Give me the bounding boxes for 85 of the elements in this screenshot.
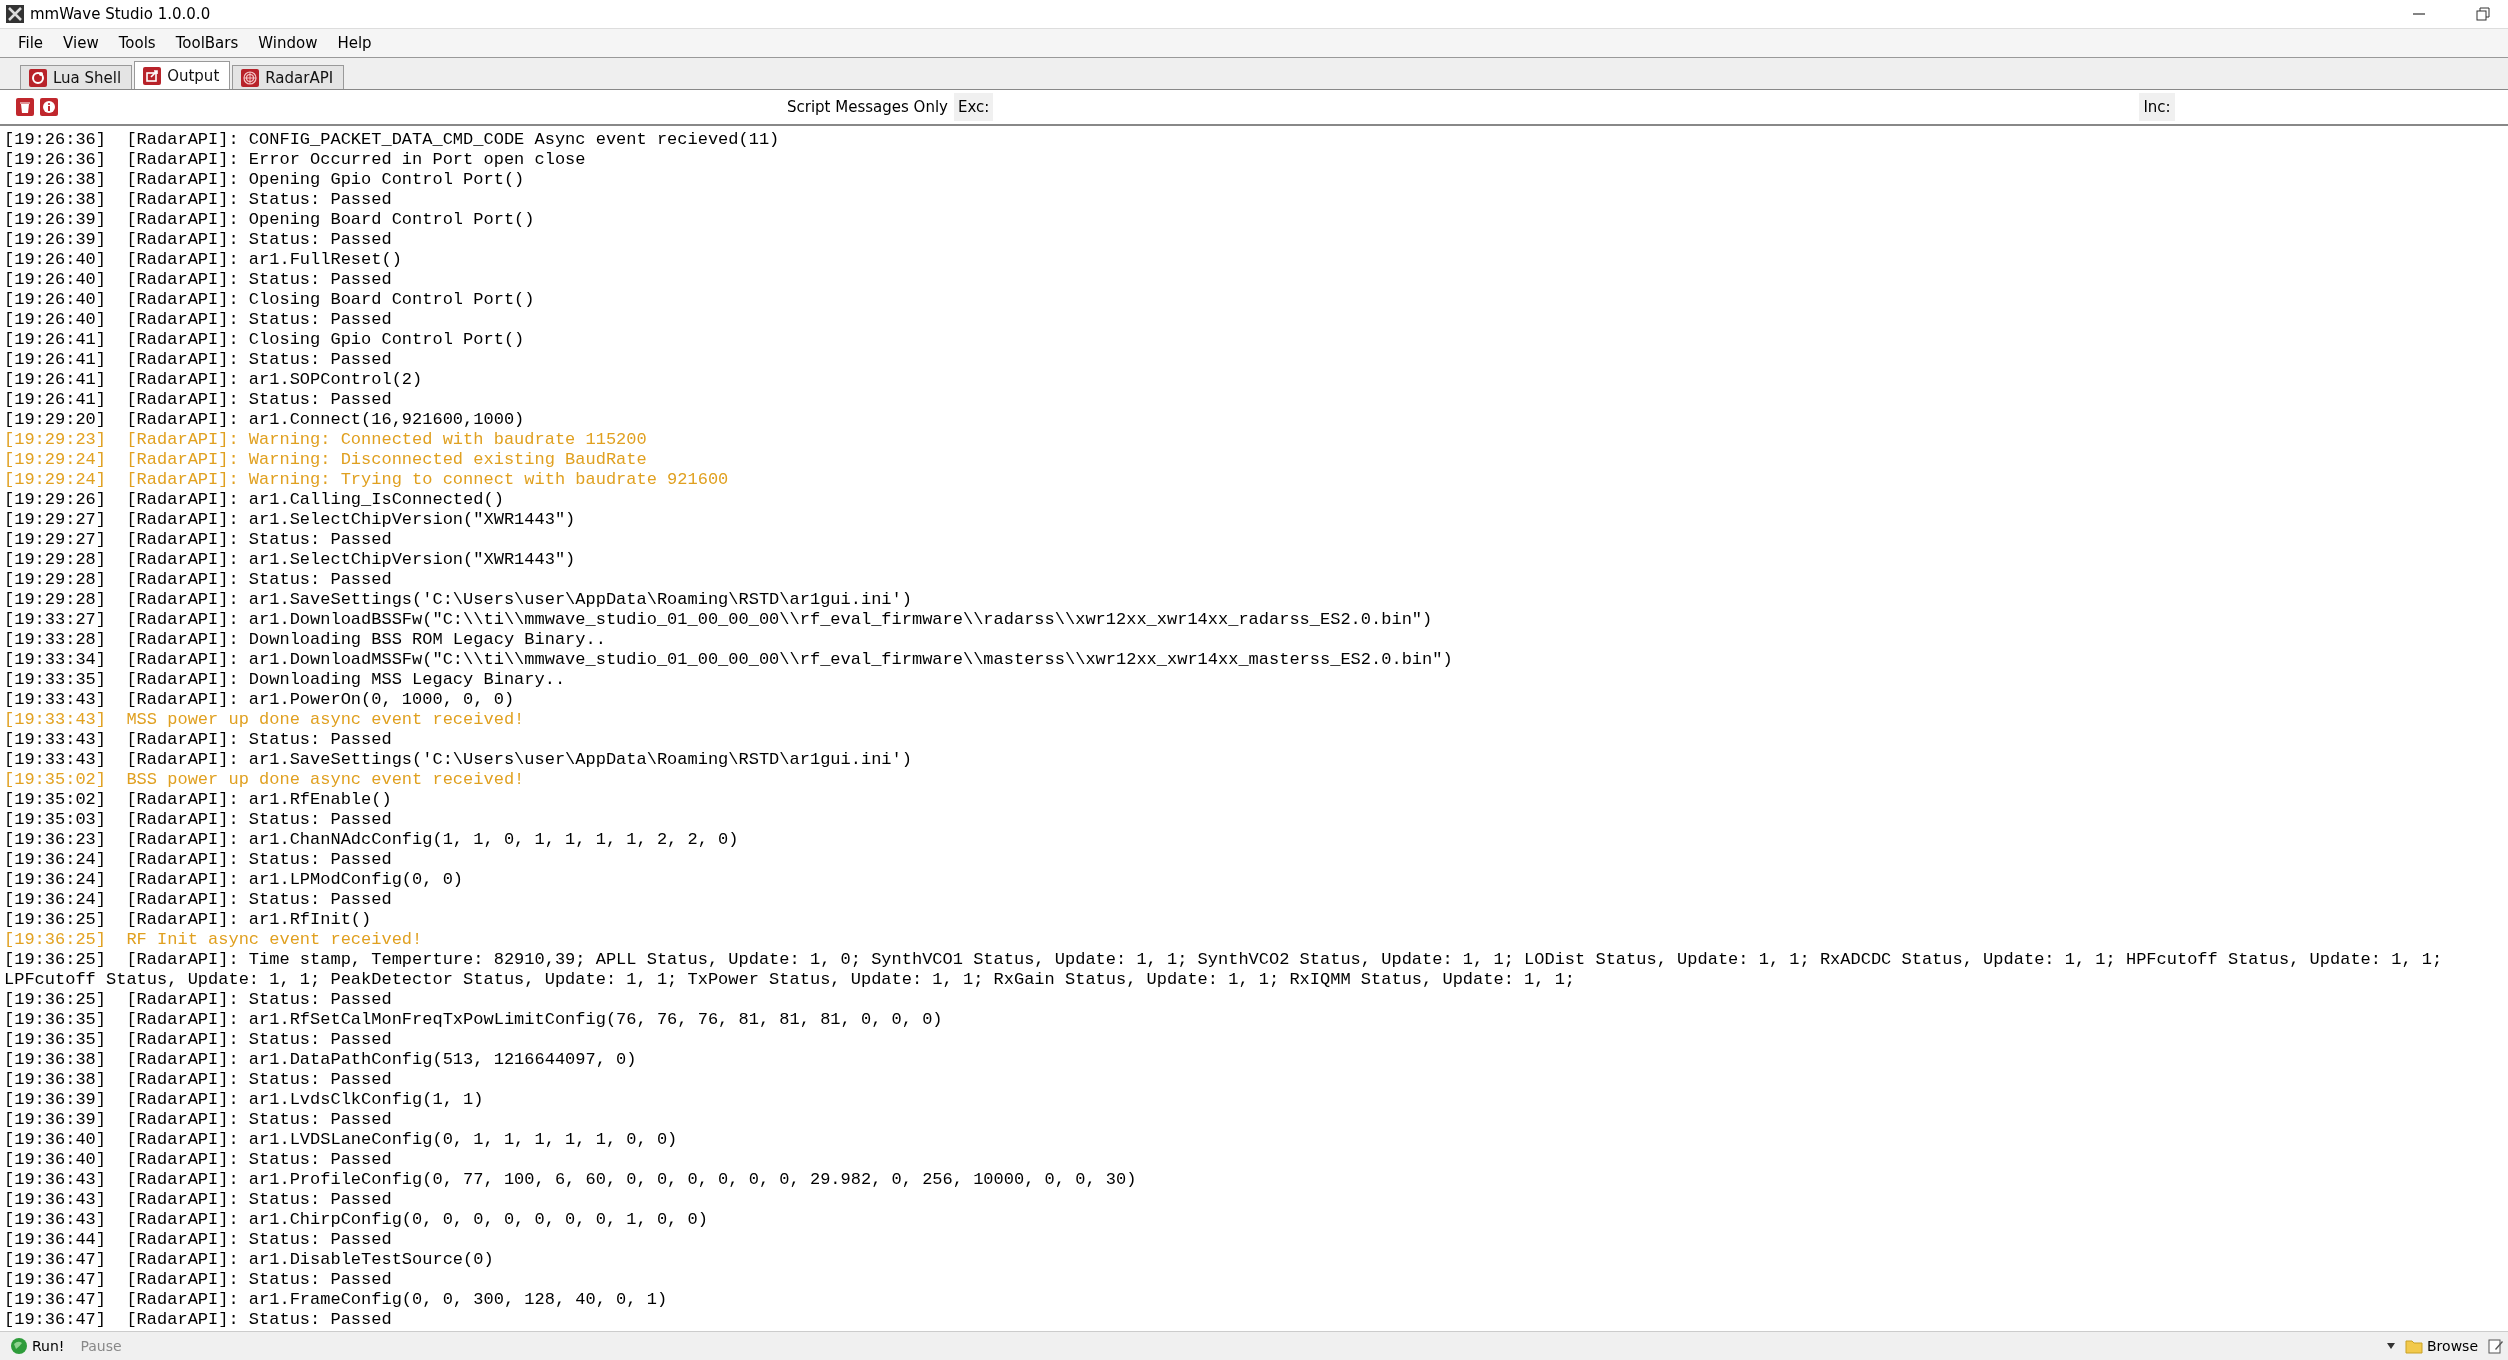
- include-label: Inc:: [2139, 93, 2175, 121]
- log-line: [19:36:23] [RadarAPI]: ar1.ChanNAdcConfig(1, 1, 0, 1, 1, 1, 1, 2, 2, 0): [4, 830, 740, 850]
- log-line: [19:36:47] [RadarAPI]: Status: Passed: [4, 1270, 393, 1290]
- log-line: [19:26:40] [RadarAPI]: Closing Board Control Port(): [4, 290, 536, 310]
- log-line: [19:36:44] [RadarAPI]: Status: Passed: [4, 1230, 393, 1250]
- log-line: [19:29:28] [RadarAPI]: ar1.SelectChipVersion("XWR1443"): [4, 550, 577, 570]
- tab[interactable]: Output: [134, 61, 231, 89]
- log-line: [19:33:28] [RadarAPI]: Downloading BSS ROM Legacy Binary..: [4, 630, 607, 650]
- menu-item[interactable]: File: [8, 31, 54, 55]
- export-icon: [143, 66, 162, 85]
- log-line: [19:26:40] [RadarAPI]: ar1.FullReset(): [4, 250, 403, 270]
- radar-icon: [241, 68, 260, 87]
- menu-item[interactable]: Tools: [108, 31, 166, 55]
- menu-item[interactable]: View: [53, 31, 109, 55]
- log-line: [19:33:43] [RadarAPI]: Status: Passed: [4, 730, 393, 750]
- log-line: [19:36:43] [RadarAPI]: ar1.ChirpConfig(0, 0, 0, 0, 0, 0, 0, 1, 0, 0): [4, 1210, 709, 1230]
- log-line: [19:29:27] [RadarAPI]: ar1.SelectChipVersion("XWR1443"): [4, 510, 577, 530]
- folder-icon: [2405, 1338, 2423, 1354]
- app-icon: [6, 5, 24, 23]
- log-line: [19:26:39] [RadarAPI]: Opening Board Control Port(): [4, 210, 536, 230]
- log-line: [19:29:28] [RadarAPI]: ar1.SaveSettings('C:\Users\user\AppData\Roaming\RSTD\ar1gui.ini'): [4, 590, 913, 610]
- log-line: [19:36:25] [RadarAPI]: Time stamp, Temperture: 82910,39; APLL Status, Update: 1, 0; SynthVCO1 Status, Update: 1, 1; SynthVCO2 Status, Update: 1, 1; LODist Status, Update: 1, 1; RxADCDC Status, Update: 1, 1; HPFcutoff Status, Update: 1, 1; LPFcutoff Status, Update: 1, 1; PeakDetector Status, Update: 1, 1; TxPower Status, Update: 1, 1; RxGain Status, Update: 1, 1; RxIQMM Status, Update: 1, 1;: [4, 950, 2444, 990]
- log-line: [19:36:24] [RadarAPI]: Status: Passed: [4, 890, 393, 910]
- log-line: [19:36:39] [RadarAPI]: Status: Passed: [4, 1110, 393, 1130]
- log-line: [19:26:41] [RadarAPI]: ar1.SOPControl(2): [4, 370, 424, 390]
- filter-label[interactable]: Script Messages Only: [787, 98, 948, 116]
- log-line: [19:36:25] [RadarAPI]: ar1.RfInit(): [4, 910, 373, 930]
- log-line: [19:33:34] [RadarAPI]: ar1.DownloadMSSFw("C:\\ti\\mmwave_studio_01_00_00_00\\rf_eval_firmware\\masterss\\xwr12xx_xwr14xx_masterss_ES2.0.bin"): [4, 650, 1454, 670]
- globe-icon: [10, 1337, 28, 1355]
- log-line: [19:26:36] [RadarAPI]: CONFIG_PACKET_DATA_CMD_CODE Async event recieved(11): [4, 130, 781, 150]
- browse-button[interactable]: Browse: [2399, 1336, 2484, 1356]
- dropdown-caret-icon[interactable]: [2387, 1343, 2395, 1349]
- log-warning-line: [19:36:25] RF Init async event received!: [4, 930, 424, 950]
- tab[interactable]: RadarAPI: [232, 65, 345, 89]
- log-line: [19:36:47] [RadarAPI]: ar1.DisableTestSource(0): [4, 1250, 495, 1270]
- log-line: [19:26:41] [RadarAPI]: Status: Passed: [4, 350, 393, 370]
- menu-item[interactable]: Window: [248, 31, 328, 55]
- log-line: [19:35:02] [RadarAPI]: ar1.RfEnable(): [4, 790, 393, 810]
- log-line: [19:29:20] [RadarAPI]: ar1.Connect(16,921600,1000): [4, 410, 526, 430]
- menu-item[interactable]: ToolBars: [165, 31, 249, 55]
- log-line: [19:36:25] [RadarAPI]: Status: Passed: [4, 990, 393, 1010]
- log-line: [19:36:40] [RadarAPI]: Status: Passed: [4, 1150, 393, 1170]
- log-line: [19:26:38] [RadarAPI]: Status: Passed: [4, 190, 393, 210]
- log-line: [19:26:41] [RadarAPI]: Status: Passed: [4, 390, 393, 410]
- tab[interactable]: Lua Shell: [20, 65, 133, 89]
- log-line: [19:26:40] [RadarAPI]: Status: Passed: [4, 270, 393, 290]
- menu-item[interactable]: Help: [327, 31, 382, 55]
- log-line: [19:36:40] [RadarAPI]: ar1.LVDSLaneConfig(0, 1, 1, 1, 1, 1, 0, 0): [4, 1130, 679, 1150]
- log-line: [19:26:39] [RadarAPI]: Status: Passed: [4, 230, 393, 250]
- log-line: [19:36:39] [RadarAPI]: ar1.LvdsClkConfig(1, 1): [4, 1090, 485, 1110]
- log-line: [19:36:24] [RadarAPI]: Status: Passed: [4, 850, 393, 870]
- exclude-label: Exc:: [953, 93, 994, 121]
- log-line: [19:33:35] [RadarAPI]: Downloading MSS Legacy Binary..: [4, 670, 567, 690]
- log-line: [19:36:38] [RadarAPI]: Status: Passed: [4, 1070, 393, 1090]
- log-line: [19:36:35] [RadarAPI]: ar1.RfSetCalMonFreqTxPowLimitConfig(76, 76, 76, 81, 81, 81, 0, 0, 0): [4, 1010, 944, 1030]
- log-line: [19:35:03] [RadarAPI]: Status: Passed: [4, 810, 393, 830]
- log-line: [19:36:43] [RadarAPI]: Status: Passed: [4, 1190, 393, 1210]
- log-line: [19:29:27] [RadarAPI]: Status: Passed: [4, 530, 393, 550]
- log-line: [19:26:38] [RadarAPI]: Opening Gpio Control Port(): [4, 170, 526, 190]
- clear-icon[interactable]: [16, 98, 34, 116]
- restore-icon[interactable]: [2476, 7, 2490, 21]
- log-line: [19:36:24] [RadarAPI]: ar1.LPModConfig(0, 0): [4, 870, 465, 890]
- edit-icon[interactable]: [2488, 1338, 2504, 1354]
- log-line: [19:33:43] [RadarAPI]: ar1.PowerOn(0, 1000, 0, 0): [4, 690, 516, 710]
- log-line: [19:29:28] [RadarAPI]: Status: Passed: [4, 570, 393, 590]
- log-warning-line: [19:29:23] [RadarAPI]: Warning: Connected with baudrate 115200: [4, 430, 648, 450]
- log-line: [19:36:47] [RadarAPI]: Status: Passed: [4, 1310, 393, 1330]
- log-line: [19:33:43] [RadarAPI]: ar1.SaveSettings('C:\Users\user\AppData\Roaming\RSTD\ar1gui.ini'): [4, 750, 913, 770]
- log-line: [19:33:27] [RadarAPI]: ar1.DownloadBSSFw("C:\\ti\\mmwave_studio_01_00_00_00\\rf_eval_firmware\\radarss\\xwr12xx_xwr14xx_radarss_ES2.0.bin"): [4, 610, 1434, 630]
- log-line: [19:26:40] [RadarAPI]: Status: Passed: [4, 310, 393, 330]
- log-line: [19:29:26] [RadarAPI]: ar1.Calling_IsConnected(): [4, 490, 505, 510]
- log-line: [19:26:36] [RadarAPI]: Error Occurred in Port open close: [4, 150, 587, 170]
- run-button[interactable]: Run!: [4, 1335, 71, 1357]
- log-warning-line: [19:33:43] MSS power up done async event received!: [4, 710, 526, 730]
- log-warning-line: [19:29:24] [RadarAPI]: Warning: Disconnected existing BaudRate: [4, 450, 648, 470]
- log-warning-line: [19:29:24] [RadarAPI]: Warning: Trying to connect with baudrate 921600: [4, 470, 730, 490]
- log-warning-line: [19:35:02] BSS power up done async event received!: [4, 770, 526, 790]
- info-icon[interactable]: [40, 98, 58, 116]
- window-title: mmWave Studio 1.0.0.0: [30, 5, 211, 23]
- log-line: [19:36:38] [RadarAPI]: ar1.DataPathConfig(513, 1216644097, 0): [4, 1050, 638, 1070]
- shell-icon: [29, 68, 47, 87]
- log-line: [19:36:43] [RadarAPI]: ar1.ProfileConfig(0, 77, 100, 6, 60, 0, 0, 0, 0, 0, 0, 29.982, 0, 256, 10000, 0, 0, 30): [4, 1170, 1138, 1190]
- log-line: [19:36:35] [RadarAPI]: Status: Passed: [4, 1030, 393, 1050]
- log-line: [19:26:41] [RadarAPI]: Closing Gpio Control Port(): [4, 330, 526, 350]
- log-line: [19:36:47] [RadarAPI]: ar1.FrameConfig(0, 0, 300, 128, 40, 0, 1): [4, 1290, 669, 1310]
